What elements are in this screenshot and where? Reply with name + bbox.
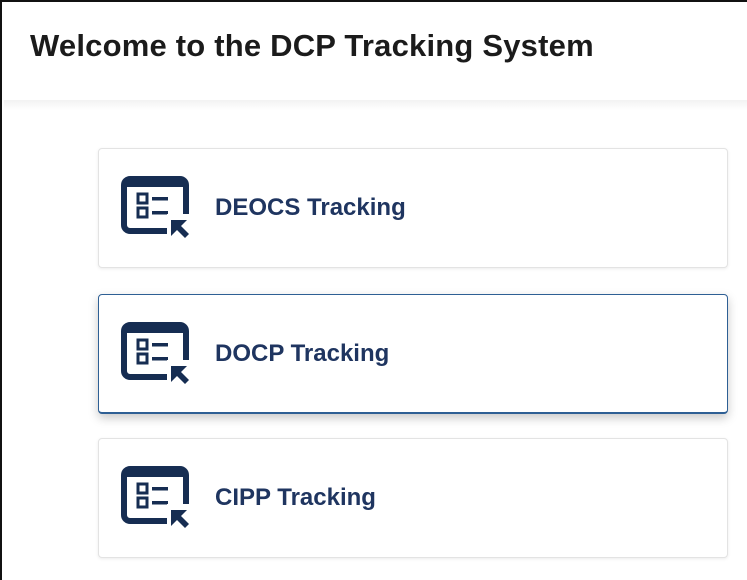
app-frame: Welcome to the DCP Tracking System DEOCS… <box>0 0 747 580</box>
card-cipp-tracking[interactable]: CIPP Tracking <box>98 438 728 558</box>
header-divider <box>4 100 747 110</box>
card-deocs-tracking[interactable]: DEOCS Tracking <box>98 148 728 268</box>
tracking-form-cursor-icon <box>121 176 193 240</box>
tracking-form-cursor-icon <box>121 466 193 530</box>
card-docp-tracking[interactable]: DOCP Tracking <box>98 294 728 414</box>
card-label: DEOCS Tracking <box>215 194 406 221</box>
tracking-form-cursor-icon <box>121 321 193 386</box>
card-label: CIPP Tracking <box>215 484 376 511</box>
page-title: Welcome to the DCP Tracking System <box>30 28 594 63</box>
card-label: DOCP Tracking <box>215 339 390 367</box>
page-header: Welcome to the DCP Tracking System <box>4 4 747 100</box>
